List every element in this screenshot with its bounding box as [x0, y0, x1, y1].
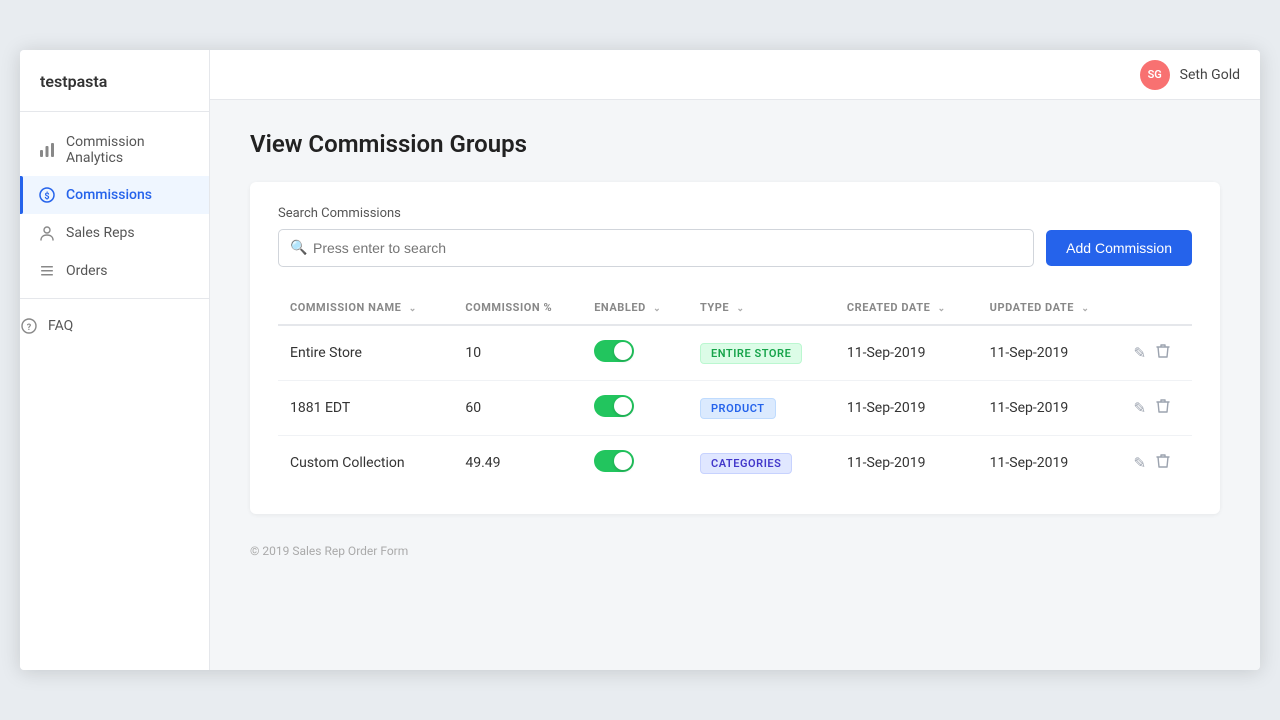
svg-text:$: $	[44, 191, 49, 202]
main-card: Search Commissions 🔍 Add Commission Comm…	[250, 182, 1220, 514]
cell-percent: 10	[453, 325, 582, 381]
sort-icon-updated: ⌄	[1081, 304, 1089, 314]
sidebar-item-label: Orders	[66, 263, 108, 279]
cell-created: 11-Sep-2019	[835, 436, 978, 491]
sort-icon-created: ⌄	[938, 304, 946, 314]
type-badge: ENTIRE STORE	[700, 343, 802, 364]
chart-icon	[38, 141, 56, 159]
page-title: View Commission Groups	[250, 130, 1220, 158]
toggle-3[interactable]	[594, 450, 634, 472]
add-commission-button[interactable]: Add Commission	[1046, 230, 1192, 266]
type-badge: PRODUCT	[700, 398, 776, 419]
sort-icon-type: ⌄	[736, 304, 744, 314]
cell-updated: 11-Sep-2019	[978, 381, 1122, 436]
cell-name: 1881 EDT	[278, 381, 453, 436]
search-icon: 🔍	[290, 240, 307, 256]
cell-created: 11-Sep-2019	[835, 325, 978, 381]
toggle-1[interactable]	[594, 340, 634, 362]
cell-type: CATEGORIES	[688, 436, 835, 491]
content-area: View Commission Groups Search Commission…	[210, 100, 1260, 670]
cell-actions: ✎	[1122, 325, 1192, 381]
table-row: 1881 EDT 60 PRODUCT 11-Sep-2019 11-Sep-2…	[278, 381, 1192, 436]
edit-icon[interactable]: ✎	[1134, 399, 1147, 417]
edit-icon[interactable]: ✎	[1134, 344, 1147, 362]
col-header-updated[interactable]: Updated Date ⌄	[978, 291, 1122, 325]
cell-type: PRODUCT	[688, 381, 835, 436]
cell-type: ENTIRE STORE	[688, 325, 835, 381]
col-header-created[interactable]: Created Date ⌄	[835, 291, 978, 325]
type-badge: CATEGORIES	[700, 453, 792, 474]
table-row: Custom Collection 49.49 CATEGORIES 11-Se…	[278, 436, 1192, 491]
sidebar-item-sales-reps[interactable]: Sales Reps	[20, 214, 209, 252]
search-label: Search Commissions	[278, 206, 1192, 221]
col-header-type[interactable]: Type ⌄	[688, 291, 835, 325]
avatar: SG	[1140, 60, 1170, 90]
cell-enabled[interactable]	[582, 325, 688, 381]
list-icon	[38, 262, 56, 280]
toggle-2[interactable]	[594, 395, 634, 417]
col-header-enabled[interactable]: Enabled ⌄	[582, 291, 688, 325]
sidebar-item-orders[interactable]: Orders	[20, 252, 209, 290]
app-window: testpasta Commission Analytics $	[20, 50, 1260, 670]
commissions-table: Commission Name ⌄ Commission % Enabled ⌄	[278, 291, 1192, 490]
top-bar: SG Seth Gold	[210, 50, 1260, 100]
cell-name: Custom Collection	[278, 436, 453, 491]
cell-percent: 49.49	[453, 436, 582, 491]
sidebar-item-label: Sales Reps	[66, 225, 135, 241]
sidebar: testpasta Commission Analytics $	[20, 50, 210, 670]
person-icon	[38, 224, 56, 242]
cell-name: Entire Store	[278, 325, 453, 381]
search-input-wrap: 🔍	[278, 229, 1034, 267]
search-input[interactable]	[278, 229, 1034, 267]
sidebar-item-commissions[interactable]: $ Commissions	[20, 176, 209, 214]
cell-actions: ✎	[1122, 436, 1192, 491]
cell-actions: ✎	[1122, 381, 1192, 436]
sidebar-item-label: Commissions	[66, 187, 152, 203]
sort-icon-enabled: ⌄	[653, 304, 661, 314]
delete-icon[interactable]	[1156, 453, 1170, 473]
sidebar-nav: Commission Analytics $ Commissions	[20, 112, 209, 670]
app-logo: testpasta	[20, 50, 209, 112]
search-row: 🔍 Add Commission	[278, 229, 1192, 267]
cell-created: 11-Sep-2019	[835, 381, 978, 436]
sidebar-item-commission-analytics[interactable]: Commission Analytics	[20, 124, 209, 176]
svg-text:?: ?	[27, 323, 32, 333]
main-area: SG Seth Gold View Commission Groups Sear…	[210, 50, 1260, 670]
delete-icon[interactable]	[1156, 343, 1170, 363]
table-row: Entire Store 10 ENTIRE STORE 11-Sep-2019…	[278, 325, 1192, 381]
cell-enabled[interactable]	[582, 381, 688, 436]
cell-updated: 11-Sep-2019	[978, 325, 1122, 381]
table-header-row: Commission Name ⌄ Commission % Enabled ⌄	[278, 291, 1192, 325]
user-name: Seth Gold	[1180, 67, 1240, 83]
edit-icon[interactable]: ✎	[1134, 454, 1147, 472]
delete-icon[interactable]	[1156, 398, 1170, 418]
sidebar-item-label: Commission Analytics	[66, 134, 191, 166]
col-header-percent: Commission %	[453, 291, 582, 325]
cell-enabled[interactable]	[582, 436, 688, 491]
col-header-actions	[1122, 291, 1192, 325]
dollar-icon: $	[38, 186, 56, 204]
sidebar-item-faq[interactable]: ? FAQ	[20, 307, 209, 351]
help-icon: ?	[20, 317, 38, 335]
cell-percent: 60	[453, 381, 582, 436]
sidebar-divider	[20, 298, 209, 299]
sidebar-item-label: FAQ	[48, 318, 73, 334]
cell-updated: 11-Sep-2019	[978, 436, 1122, 491]
sort-icon-name: ⌄	[409, 304, 417, 314]
footer-text: © 2019 Sales Rep Order Form	[250, 544, 1220, 558]
col-header-name[interactable]: Commission Name ⌄	[278, 291, 453, 325]
